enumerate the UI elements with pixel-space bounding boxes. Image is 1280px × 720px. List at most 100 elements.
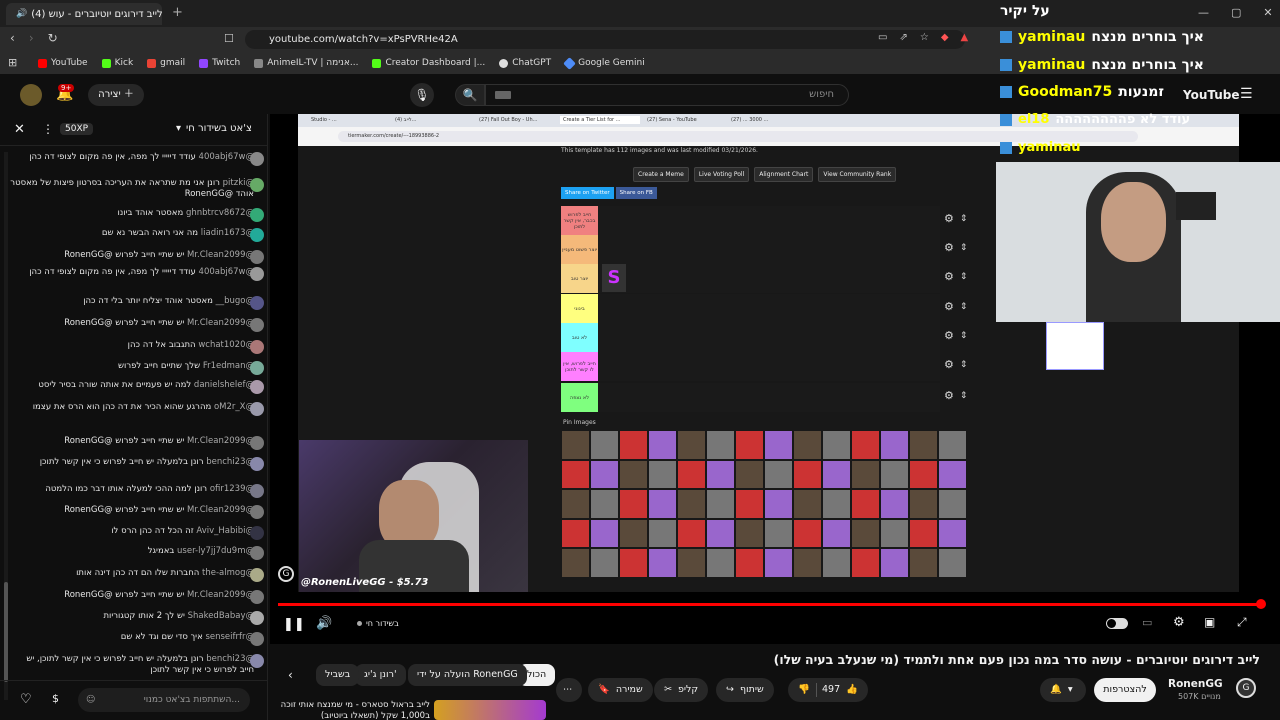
tier-item-image[interactable] [706,459,735,489]
fullscreen-icon[interactable]: ⤢ [1237,615,1247,630]
filter-chip[interactable]: רונן ג'יג' [355,664,406,686]
tier-item-image[interactable] [648,430,677,460]
tier-item-image[interactable] [822,430,851,460]
chat-author-avatar[interactable] [250,505,264,519]
gear-icon[interactable]: ⚙ [944,358,954,371]
tier-item-image[interactable] [851,459,880,489]
create-button[interactable]: יצירה ＋ [88,84,144,106]
tier-item-image[interactable] [706,548,735,578]
minimize-icon[interactable]: — [1198,6,1209,19]
chat-author[interactable]: @Mr.Clean2099 [187,250,254,260]
tier-item-image[interactable] [793,518,822,548]
chat-author-avatar[interactable] [250,340,264,354]
more-actions-button[interactable]: ⋯ [556,678,582,702]
move-arrows-icon[interactable]: ⇕ [960,272,968,282]
cast-icon[interactable]: ▭ [878,32,887,43]
tier-row-dropzone[interactable] [598,206,940,235]
tier-item-image[interactable] [648,548,677,578]
chat-author[interactable]: @the-almog [202,568,254,578]
scrollbar-thumb[interactable] [4,582,8,682]
tier-row-dropzone[interactable] [598,323,940,352]
chat-message[interactable]: @Aviv_Habibi זה הכל דה כהן הרס לו [10,526,264,540]
chat-author-avatar[interactable] [250,152,264,166]
chat-author[interactable]: @benchi23 [206,457,254,467]
tier-item-image[interactable] [880,548,909,578]
chat-author[interactable]: @400abj67w [199,152,254,162]
chat-author[interactable]: @Aviv_Habibi [196,526,254,536]
volume-icon[interactable]: 🔊 [316,616,332,631]
bookmark-twitch[interactable]: Twitch [199,58,240,68]
chat-author[interactable]: @ofir1239 [210,484,254,494]
chat-author[interactable]: @senseifrfr [205,632,254,642]
move-arrows-icon[interactable]: ⇕ [960,243,968,253]
avatar[interactable] [20,84,42,106]
chat-message[interactable]: @user-ly7jj7du9m באמיגל [10,546,264,560]
tier-item-image[interactable] [938,489,967,519]
bookmark-kick[interactable]: Kick [101,58,133,68]
tier-item-image[interactable] [851,518,880,548]
bookmark-creator-dashboard[interactable]: Creator Dashboard |... [372,58,485,68]
chat-author-avatar[interactable] [250,546,264,560]
tier-item-image[interactable] [590,489,619,519]
chat-author[interactable]: @400abj67w [199,267,254,277]
chat-author[interactable]: @Mr.Clean2099 [187,436,254,446]
tier-item-image[interactable] [880,518,909,548]
chat-author-avatar[interactable] [250,178,264,192]
tier-item-image[interactable] [880,459,909,489]
chat-message[interactable]: @the-almog החברות שלו הם דה כהן דינה אות… [10,568,264,582]
chat-message[interactable]: @Mr.Clean2099 יש שתיי חייב לפרוש @RonenG… [10,250,264,264]
tier-item-image[interactable] [938,430,967,460]
move-arrows-icon[interactable]: ⇕ [960,331,968,341]
heart-icon[interactable]: ♡ [20,692,32,707]
more-options-icon[interactable]: ⋮ [42,122,54,136]
autoplay-toggle[interactable] [1106,618,1128,629]
chat-author[interactable]: @Mr.Clean2099 [187,318,254,328]
tier-item-image[interactable] [677,548,706,578]
tier-item-image[interactable] [677,459,706,489]
tier-row-dropzone[interactable] [598,264,940,293]
related-video-thumbnail[interactable] [434,700,546,720]
chat-author-avatar[interactable] [250,318,264,332]
xp-badge[interactable]: 50XP [60,123,94,135]
tier-item-image[interactable] [822,518,851,548]
chat-message[interactable]: @benchi23 רונן בלמעלה יש חייב לפרוש כי א… [10,654,264,676]
tier-item-image[interactable] [706,489,735,519]
tier-item-image[interactable] [677,518,706,548]
search-button[interactable]: 🔍 [455,84,485,106]
chat-author[interactable]: @Fr1edman [203,361,254,371]
gear-icon[interactable]: ⚙ [944,300,954,313]
related-video-title[interactable]: לייב בראול סטארס - מי שמנצח אותי זוכה ב1… [270,700,430,720]
chat-message[interactable]: @senseifrfr איך סדי שם וגד לא שם [10,632,264,646]
tier-row-dropzone[interactable] [598,235,940,264]
chat-input[interactable]: השתתפות בצ'אט כמנוי... ☺ [78,688,250,712]
share-social-button[interactable]: Share on Twitter [561,187,614,199]
bookmark-chatgpt[interactable]: ChatGPT [499,58,551,68]
tier-item-image[interactable] [706,518,735,548]
tier-row-label[interactable]: חייב לפרוש, אין לו קשר לתוכן [561,352,598,381]
tier-item-image[interactable] [938,518,967,548]
tierlist-action-button[interactable]: Alignment Chart [754,167,814,182]
move-arrows-icon[interactable]: ⇕ [960,360,968,370]
chat-author[interactable]: @danielshelef [194,380,254,390]
chat-message[interactable]: @bugo__ מאסטר אוהד יצליח יותר בלי דה כהן [10,296,264,310]
extension-icon[interactable]: ▲ [961,32,969,43]
live-indicator[interactable]: בשידור חי [357,619,399,628]
chat-message[interactable]: @Mr.Clean2099 יש שתיי חייב לפרוש @RonenG… [10,436,264,450]
share-page-icon[interactable]: ⇗ [899,32,907,43]
tier-item-image[interactable] [561,518,590,548]
chat-author[interactable]: @ShakedBabay [188,611,254,621]
placed-tier-image[interactable]: S [602,264,626,292]
tier-row-label[interactable]: בינוני [561,294,598,323]
tier-item-image[interactable] [764,518,793,548]
tier-item-image[interactable] [590,430,619,460]
chat-author[interactable]: @liadin1673 [201,228,254,238]
tier-item-image[interactable] [909,518,938,548]
tier-item-image[interactable] [619,430,648,460]
maximize-icon[interactable]: ▢ [1231,6,1241,19]
tier-item-image[interactable] [735,459,764,489]
chat-author-avatar[interactable] [250,526,264,540]
menu-icon[interactable]: ☰ [1240,86,1253,102]
chat-author-avatar[interactable] [250,380,264,394]
chat-message[interactable]: @pitzki רונן אני מת שתראה את העריכה בסרט… [10,178,264,200]
tier-item-image[interactable] [880,430,909,460]
